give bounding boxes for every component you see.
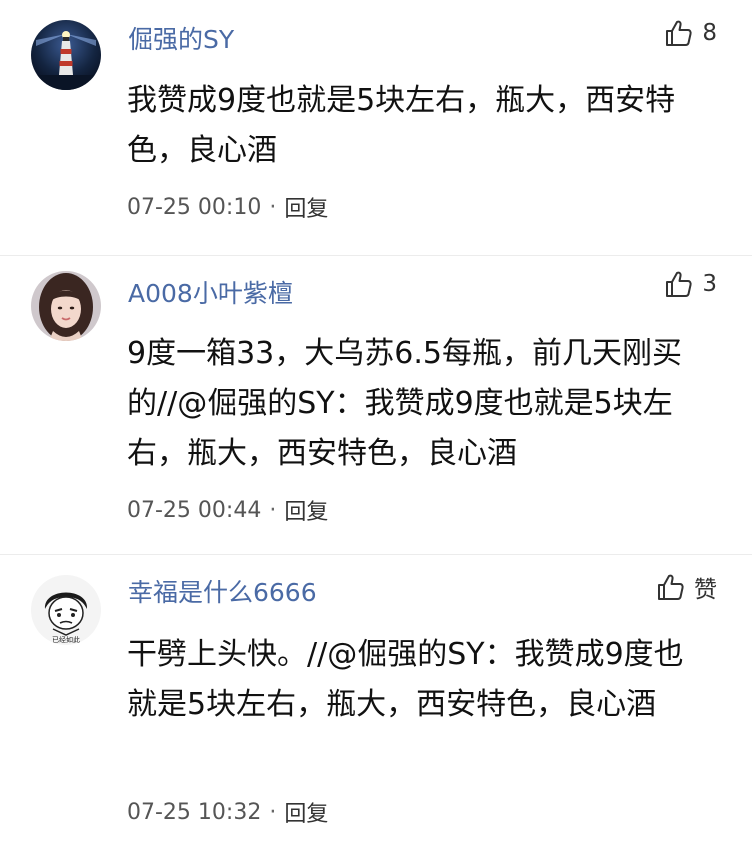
reply-button[interactable]: 回复 bbox=[284, 191, 328, 223]
comment-item: 已经如此 幸福是什么6666 赞 干劈上头快。//@倔强的SY：我赞成9度也就是… bbox=[0, 555, 752, 842]
comment-meta: 07-25 00:44 · 回复 bbox=[127, 494, 328, 526]
like-count: 3 bbox=[702, 271, 717, 297]
lighthouse-avatar-icon bbox=[31, 20, 101, 90]
timestamp: 07-25 00:44 bbox=[127, 497, 262, 523]
username[interactable]: 倔强的SY bbox=[128, 20, 234, 56]
reply-button[interactable]: 回复 bbox=[284, 796, 328, 828]
timestamp: 07-25 00:10 bbox=[127, 194, 262, 220]
avatar-caption: 已经如此 bbox=[52, 635, 80, 644]
comment-item: 倔强的SY 8 我赞成9度也就是5块左右，瓶大，西安特色，良心酒 07-25 0… bbox=[0, 0, 752, 255]
comment-text: 9度一箱33，大乌苏6.5每瓶，前几天刚买的//@倔强的SY：我赞成9度也就是5… bbox=[127, 336, 682, 471]
like-button[interactable]: 3 bbox=[664, 269, 717, 299]
avatar[interactable]: 已经如此 bbox=[31, 575, 101, 645]
comment-text: 干劈上头快。//@倔强的SY：我赞成9度也就是5块左右，瓶大，西安特色，良心酒 bbox=[127, 637, 684, 722]
separator: · bbox=[269, 799, 277, 825]
comment-item: A008小叶紫檀 3 9度一箱33，大乌苏6.5每瓶，前几天刚买的//@倔强的S… bbox=[0, 256, 752, 554]
like-count: 8 bbox=[702, 20, 717, 46]
username[interactable]: 幸福是什么6666 bbox=[128, 573, 317, 609]
like-label: 赞 bbox=[694, 577, 717, 603]
avatar[interactable] bbox=[31, 20, 101, 90]
timestamp: 07-25 10:32 bbox=[127, 799, 262, 825]
reply-button[interactable]: 回复 bbox=[284, 494, 328, 526]
thumbs-up-icon bbox=[666, 20, 692, 46]
cartoon-meme-avatar-icon: 已经如此 bbox=[31, 575, 101, 645]
thumbs-up-icon bbox=[666, 271, 692, 297]
comment-text: 我赞成9度也就是5块左右，瓶大，西安特色，良心酒 bbox=[127, 83, 676, 168]
separator: · bbox=[269, 194, 277, 220]
like-button[interactable]: 赞 bbox=[656, 570, 717, 604]
like-button[interactable]: 8 bbox=[664, 18, 717, 48]
separator: · bbox=[269, 497, 277, 523]
username[interactable]: A008小叶紫檀 bbox=[128, 274, 293, 310]
thumbs-up-icon bbox=[658, 574, 684, 600]
avatar[interactable] bbox=[31, 271, 101, 341]
comment-meta: 07-25 00:10 · 回复 bbox=[127, 191, 328, 223]
woman-portrait-avatar-icon bbox=[31, 271, 101, 341]
comment-meta: 07-25 10:32 · 回复 bbox=[127, 796, 328, 828]
